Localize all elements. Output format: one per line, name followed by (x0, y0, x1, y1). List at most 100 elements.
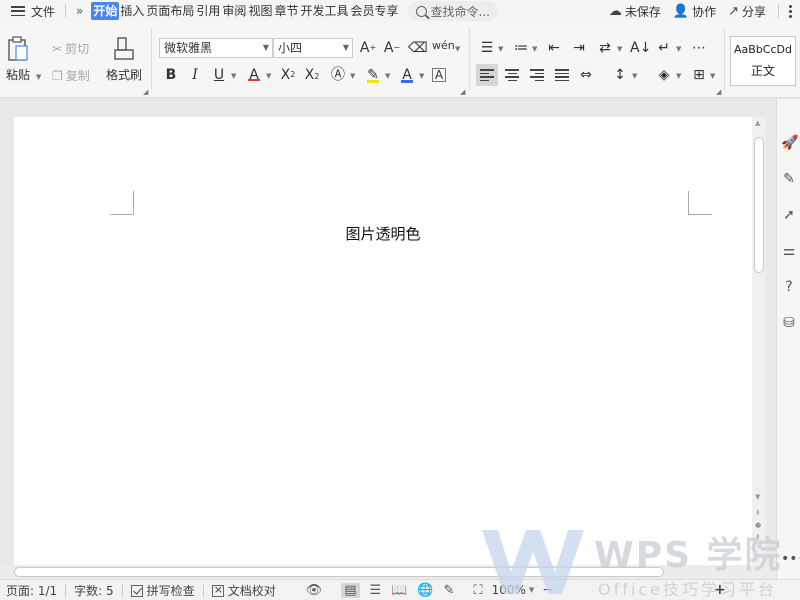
font-color-icon[interactable]: A (398, 65, 416, 85)
tab-member[interactable]: 会员专享 (349, 2, 399, 20)
chevron-down-icon[interactable]: ▼ (676, 72, 681, 80)
chevron-down-icon[interactable]: ▼ (710, 72, 715, 80)
share-button[interactable]: ↗ 分享 (728, 3, 766, 20)
chevron-down-icon[interactable]: ▼ (632, 72, 637, 80)
chevron-down-icon[interactable]: ▼ (617, 45, 622, 53)
phonetic-guide-icon[interactable]: wén (432, 36, 455, 56)
increase-indent-icon[interactable]: ⇥ (570, 38, 588, 58)
increase-font-size-button[interactable]: A+ (359, 38, 377, 58)
paste-button[interactable]: 粘贴 (6, 36, 30, 83)
more-tabs-icon[interactable]: » (76, 4, 83, 18)
paste-dropdown-icon[interactable]: ▼ (36, 73, 41, 81)
chevron-down-icon[interactable]: ▼ (350, 72, 355, 80)
rocket-icon[interactable]: 🚀 (781, 135, 798, 151)
previous-page-icon[interactable]: ⇞ (755, 509, 761, 517)
chevron-down-icon[interactable]: ▼ (231, 72, 236, 80)
chevron-down-icon[interactable]: ▼ (266, 72, 271, 80)
document-text[interactable]: 图片透明色 (14, 223, 752, 244)
superscript-button[interactable]: X2 (279, 65, 297, 85)
more-tools-icon[interactable]: ••• (781, 551, 800, 567)
chevron-down-icon[interactable]: ▼ (385, 72, 390, 80)
copy-button[interactable]: ❐ 复制 (52, 67, 90, 84)
next-page-icon[interactable]: ⇟ (755, 533, 761, 541)
collaborate-button[interactable]: 👤 协作 (673, 3, 716, 20)
numbered-list-icon[interactable]: ≔ (512, 38, 530, 58)
cut-button[interactable]: ✂ 剪切 (52, 40, 89, 57)
tab-developer[interactable]: 开发工具 (299, 2, 349, 20)
tab-page-layout[interactable]: 页面布局 (145, 2, 195, 20)
align-center-button[interactable] (501, 64, 523, 86)
help-icon[interactable]: ? (781, 279, 797, 295)
more-options-icon[interactable] (789, 4, 792, 18)
text-direction-icon[interactable]: ⇄ (596, 38, 614, 58)
horizontal-scrollbar[interactable] (0, 565, 776, 579)
font-size-select[interactable]: 小四 ▼ (273, 38, 353, 58)
zoom-level[interactable]: 100% (492, 583, 526, 597)
underline-button[interactable]: U (210, 65, 228, 85)
decrease-indent-icon[interactable]: ⇤ (545, 38, 563, 58)
proofread-button[interactable]: 文档校对 (211, 582, 276, 599)
tab-review[interactable]: 审阅 (221, 2, 247, 20)
tab-home[interactable]: 开始 (91, 2, 120, 20)
chevron-down-icon[interactable]: ▼ (498, 45, 503, 53)
word-count[interactable]: 字数: 5 (74, 582, 114, 599)
text-effect-icon[interactable]: Ⓐ (329, 65, 347, 85)
bold-button[interactable]: B (162, 65, 180, 85)
outline-view-icon[interactable]: ☰ (370, 583, 382, 598)
pen-icon[interactable]: ✎ (781, 171, 797, 187)
backup-icon[interactable]: ⛁ (781, 315, 797, 331)
file-menu[interactable]: 文件 (31, 3, 55, 20)
subscript-button[interactable]: X2 (303, 65, 321, 85)
chevron-down-icon[interactable]: ▼ (529, 586, 534, 594)
chevron-down-icon[interactable]: ▼ (676, 45, 681, 53)
align-right-button[interactable] (526, 64, 548, 86)
line-break-icon[interactable]: ↵ (655, 38, 673, 58)
hamburger-menu-icon[interactable] (11, 6, 25, 16)
line-spacing-icon[interactable]: ↕ (611, 65, 629, 85)
select-browse-object-icon[interactable]: ● (755, 521, 761, 529)
cursor-icon[interactable]: ➚ (781, 207, 797, 223)
tab-view[interactable]: 视图 (247, 2, 273, 20)
distributed-align-icon[interactable]: ⇔ (577, 65, 595, 85)
sliders-icon[interactable]: ⚌ (781, 243, 797, 259)
align-left-button[interactable] (476, 64, 498, 86)
unsaved-button[interactable]: ☁ 未保存 (609, 3, 661, 20)
chevron-down-icon[interactable]: ▼ (419, 72, 424, 80)
italic-button[interactable]: I (186, 65, 204, 85)
font-group-launcher[interactable]: ◢ (460, 88, 465, 96)
tab-insert[interactable]: 插入 (119, 2, 145, 20)
scroll-down-icon[interactable]: ▼ (755, 493, 760, 501)
paragraph-group-launcher[interactable]: ◢ (716, 88, 721, 96)
chevron-down-icon[interactable]: ▼ (455, 45, 460, 53)
tab-references[interactable]: 引用 (195, 2, 221, 20)
zoom-in-button[interactable]: + (714, 582, 726, 598)
web-view-icon[interactable]: 🌐 (417, 583, 433, 598)
eye-protection-icon[interactable]: 👁 (306, 583, 323, 598)
format-painter-button[interactable]: 格式刷 (106, 36, 142, 83)
font-name-select[interactable]: 微软雅黑 ▼ (159, 38, 273, 58)
chevron-down-icon[interactable]: ▼ (532, 45, 537, 53)
strikethrough-button[interactable]: A (245, 65, 263, 85)
horizontal-scroll-thumb[interactable] (14, 567, 664, 577)
page-count[interactable]: 页面: 1/1 (6, 582, 57, 599)
shading-icon[interactable]: ◈ (655, 65, 673, 85)
fit-window-icon[interactable]: ⛶ (473, 583, 482, 598)
style-normal[interactable]: AaBbCcDd 正文 (730, 36, 796, 86)
justify-button[interactable] (551, 64, 573, 86)
writing-mode-icon[interactable]: ✎ (444, 583, 455, 598)
borders-icon[interactable]: ⊞ (690, 65, 708, 85)
document-page[interactable]: 图片透明色 (14, 117, 752, 565)
command-search[interactable]: 查找命令... (407, 1, 498, 21)
vertical-scrollbar[interactable]: ▲ ▼ ⇞ ● ⇟ (752, 117, 766, 565)
clipboard-group-launcher[interactable]: ◢ (143, 88, 148, 96)
reading-view-icon[interactable]: 📖 (391, 583, 407, 598)
page-view-icon[interactable]: ▤ (341, 582, 360, 598)
vertical-scroll-thumb[interactable] (754, 137, 764, 273)
scroll-up-icon[interactable]: ▲ (755, 119, 760, 127)
tab-section[interactable]: 章节 (273, 2, 299, 20)
clear-format-icon[interactable]: ⌫ (408, 38, 428, 58)
highlight-icon[interactable]: ✎ (364, 65, 382, 85)
spellcheck-toggle[interactable]: 拼写检查 (130, 582, 195, 599)
char-border-icon[interactable]: A (432, 68, 446, 82)
show-marks-icon[interactable]: ⋯ (690, 38, 708, 58)
